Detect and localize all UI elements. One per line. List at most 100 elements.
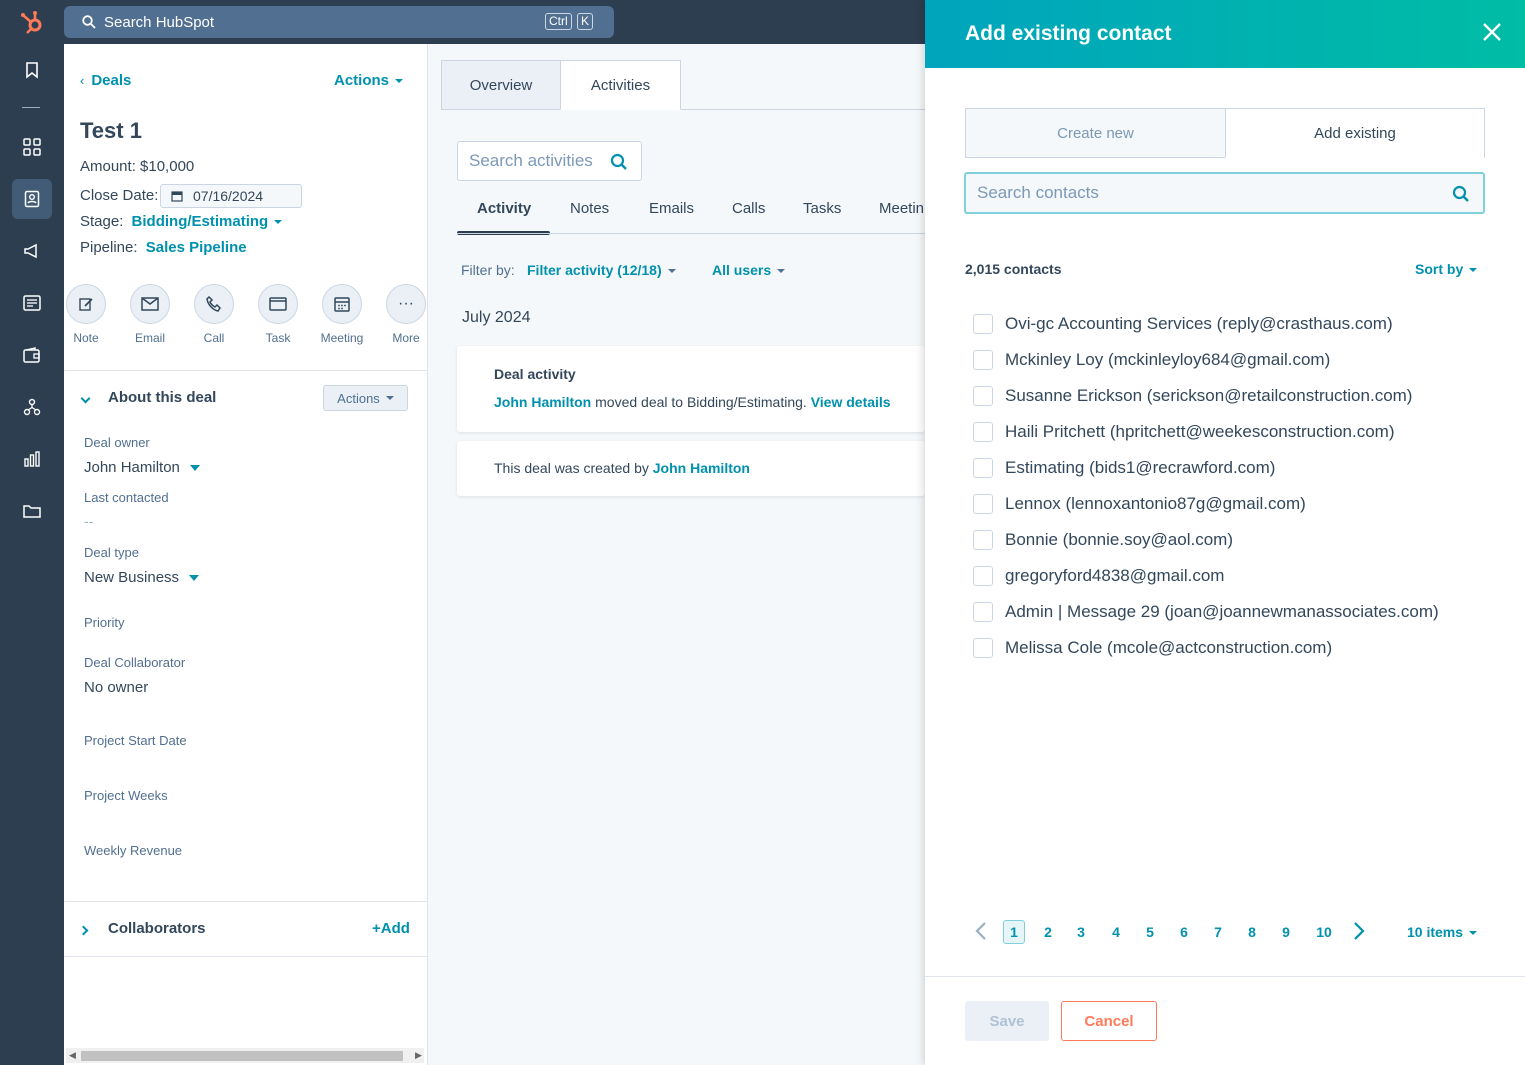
page-7[interactable]: 7 (1207, 920, 1229, 944)
reports-bar-chart-icon[interactable] (12, 439, 52, 479)
stage-dropdown[interactable]: Bidding/Estimating (132, 213, 283, 230)
scrollbar-thumb[interactable] (81, 1051, 403, 1061)
contacts-icon[interactable] (12, 179, 52, 219)
page-1[interactable]: 1 (1003, 920, 1025, 944)
tab-overview[interactable]: Overview (441, 60, 561, 110)
contact-checkbox[interactable] (973, 422, 993, 442)
page-10[interactable]: 10 (1311, 920, 1337, 944)
page-6[interactable]: 6 (1173, 920, 1195, 944)
contact-checkbox[interactable] (973, 350, 993, 370)
weekly-revenue-label[interactable]: Weekly Revenue (84, 843, 182, 858)
cancel-button[interactable]: Cancel (1061, 1001, 1157, 1041)
note-button[interactable] (66, 284, 106, 324)
contact-row[interactable]: Bonnie (bonnie.soy@aol.com) (973, 528, 1233, 552)
automation-icon[interactable] (12, 387, 52, 427)
contact-checkbox[interactable] (973, 638, 993, 658)
contact-checkbox[interactable] (973, 602, 993, 622)
caret-down-icon (777, 269, 786, 274)
contact-checkbox[interactable] (973, 566, 993, 586)
project-weeks-label[interactable]: Project Weeks (84, 788, 168, 803)
horizontal-scrollbar[interactable]: ◀ ▶ (66, 1048, 424, 1063)
page-9[interactable]: 9 (1275, 920, 1297, 944)
tab-create-new[interactable]: Create new (965, 108, 1226, 158)
activity-actor-link[interactable]: John Hamilton (494, 394, 591, 410)
subtab-activity[interactable]: Activity (477, 200, 531, 217)
contact-checkbox[interactable] (973, 458, 993, 478)
marketing-megaphone-icon[interactable] (12, 231, 52, 271)
close-icon[interactable] (1482, 22, 1504, 44)
pipeline-value[interactable]: Sales Pipeline (146, 239, 247, 256)
about-section-title[interactable]: About this deal (108, 389, 216, 406)
page-3[interactable]: 3 (1070, 920, 1092, 944)
contact-row[interactable]: Melissa Cole (mcole@actconstruction.com) (973, 636, 1332, 660)
tab-add-existing[interactable]: Add existing (1225, 108, 1485, 158)
contact-checkbox[interactable] (973, 314, 993, 334)
project-start-date-label[interactable]: Project Start Date (84, 733, 187, 748)
email-button[interactable] (130, 284, 170, 324)
contact-checkbox[interactable] (973, 530, 993, 550)
contact-row[interactable]: Lennox (lennoxantonio87g@gmail.com) (973, 492, 1306, 516)
commerce-wallet-icon[interactable] (12, 335, 52, 375)
page-8[interactable]: 8 (1241, 920, 1263, 944)
contact-row[interactable]: Ovi-gc Accounting Services (reply@crasth… (973, 312, 1393, 336)
contact-row[interactable]: Admin | Message 29 (joan@joannewmanassoc… (973, 600, 1439, 624)
view-details-link[interactable]: View details (811, 394, 891, 410)
contact-row[interactable]: Estimating (bids1@recrawford.com) (973, 456, 1275, 480)
contact-row[interactable]: gregoryford4838@gmail.com (973, 564, 1224, 588)
deal-creator-link[interactable]: John Hamilton (653, 460, 750, 476)
deal-collaborator-value[interactable]: No owner (84, 679, 148, 696)
page-2[interactable]: 2 (1037, 920, 1059, 944)
back-to-deals-link[interactable]: ‹ Deals (80, 72, 131, 89)
previous-page-chevron-icon[interactable] (975, 921, 987, 944)
global-search-input[interactable]: Search HubSpot Ctrl K (64, 6, 614, 38)
contact-row[interactable]: Mckinley Loy (mckinleyloy684@gmail.com) (973, 348, 1330, 372)
meeting-button[interactable] (322, 284, 362, 324)
deal-activity-title: Deal activity (494, 366, 576, 382)
library-folder-icon[interactable] (12, 491, 52, 531)
page-5[interactable]: 5 (1139, 920, 1161, 944)
page-4[interactable]: 4 (1105, 920, 1127, 944)
tab-activities[interactable]: Activities (560, 60, 681, 110)
add-collaborator-button[interactable]: +Add (372, 920, 410, 937)
deal-activity-card[interactable]: Deal activity John Hamilton moved deal t… (457, 346, 925, 432)
more-button[interactable]: ··· (386, 284, 426, 324)
hubspot-logo-icon[interactable] (18, 9, 46, 37)
bookmark-icon[interactable] (12, 50, 52, 90)
filter-users-dropdown[interactable]: All users (712, 262, 786, 278)
contact-checkbox[interactable] (973, 494, 993, 514)
save-button[interactable]: Save (965, 1001, 1049, 1041)
filter-activity-dropdown[interactable]: Filter activity (12/18) (527, 262, 676, 278)
chevron-right-icon[interactable] (78, 921, 89, 937)
deal-owner-dropdown[interactable]: John Hamilton (84, 459, 200, 476)
sort-by-dropdown[interactable]: Sort by (1415, 261, 1478, 277)
close-date-label: Close Date: (80, 187, 159, 204)
content-icon[interactable] (12, 283, 52, 323)
subtab-emails[interactable]: Emails (649, 200, 694, 217)
items-per-page-dropdown[interactable]: 10 items (1407, 924, 1478, 940)
apps-grid-icon[interactable] (12, 127, 52, 167)
deal-name[interactable]: Test 1 (80, 118, 142, 144)
priority-label[interactable]: Priority (84, 615, 124, 630)
contact-row[interactable]: Susanne Erickson (serickson@retailconstr… (973, 384, 1412, 408)
search-activities-input[interactable]: Search activities (457, 141, 642, 181)
contact-row[interactable]: Haili Pritchett (hpritchett@weekesconstr… (973, 420, 1395, 444)
subtab-tasks[interactable]: Tasks (803, 200, 841, 217)
chevron-down-icon[interactable] (80, 389, 91, 405)
call-button[interactable] (194, 284, 234, 324)
deal-type-dropdown[interactable]: New Business (84, 569, 200, 586)
contact-checkbox[interactable] (973, 386, 993, 406)
search-icon[interactable] (610, 153, 628, 176)
record-actions-dropdown[interactable]: Actions (334, 72, 404, 89)
subtab-calls[interactable]: Calls (732, 200, 765, 217)
scroll-left-arrow-icon[interactable]: ◀ (69, 1050, 76, 1061)
collaborators-section-title[interactable]: Collaborators (108, 920, 206, 937)
search-contacts-input[interactable]: Search contacts (964, 172, 1485, 214)
search-icon[interactable] (1452, 185, 1470, 208)
next-page-chevron-icon[interactable] (1353, 921, 1365, 944)
task-button[interactable] (258, 284, 298, 324)
scroll-right-arrow-icon[interactable]: ▶ (415, 1050, 422, 1061)
subtab-notes[interactable]: Notes (570, 200, 609, 217)
about-actions-dropdown[interactable]: Actions (323, 385, 408, 411)
close-date-input[interactable]: 07/16/2024 (160, 184, 302, 208)
subtab-meetings[interactable]: Meetin (879, 200, 924, 217)
